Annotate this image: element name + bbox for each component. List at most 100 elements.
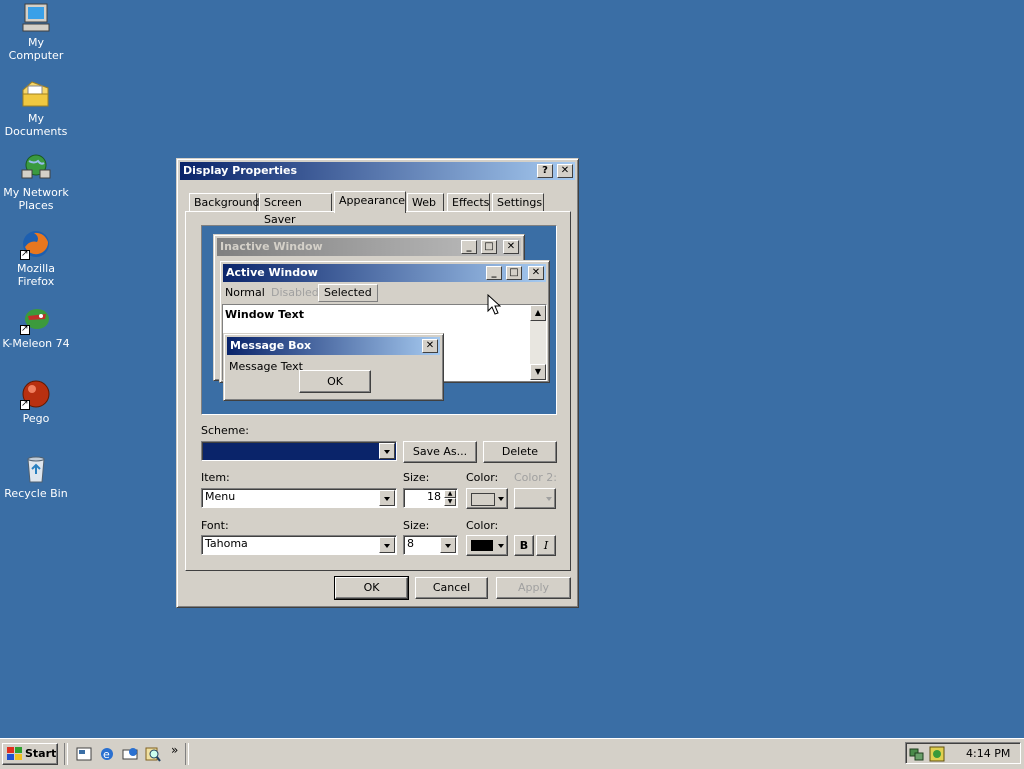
desktop-icon-my-documents[interactable]: My Documents (0, 78, 72, 138)
desktop-icon-my-computer[interactable]: My Computer (0, 2, 72, 62)
tab-appearance[interactable]: Appearance (334, 191, 406, 213)
item-size-label: Size: (403, 471, 430, 484)
shortcut-arrow-icon (20, 248, 30, 261)
tab-screen-saver[interactable]: Screen Saver (259, 193, 332, 226)
preview-msgbox-ok: OK (299, 370, 371, 393)
apply-button[interactable]: Apply (496, 577, 571, 599)
tray-network-icon[interactable] (909, 746, 925, 762)
item-color-button[interactable] (466, 488, 508, 509)
outlook-express-icon[interactable] (122, 746, 138, 762)
item-size-spinner[interactable]: 18 ▲ ▼ (403, 488, 458, 508)
desktop-icon-label: K-Meleon 74 (2, 337, 70, 350)
chevron-down-icon[interactable] (379, 490, 395, 506)
italic-label: I (543, 539, 549, 552)
delete-button[interactable]: Delete (483, 441, 557, 463)
desktop-icon-label: Recycle Bin (4, 487, 68, 500)
desktop-icon-network-places[interactable]: My Network Places (0, 152, 72, 212)
tab-label: Effects (452, 196, 490, 209)
desktop-icon-pego[interactable]: Pego (0, 378, 72, 425)
desktop-icon-firefox[interactable]: Mozilla Firefox (0, 228, 72, 288)
tab-label: Web (412, 196, 436, 209)
font-size-value: 8 (407, 537, 414, 550)
desktop-icon-label: Pego (22, 412, 50, 425)
preview-msgbox-ok-label: OK (327, 375, 343, 388)
font-select[interactable]: Tahoma (201, 535, 397, 555)
network-icon (20, 152, 52, 184)
desktop-icon-label: My Network Places (3, 186, 69, 212)
desktop-icon-kmeleon[interactable]: K-Meleon 74 (0, 303, 72, 350)
chevron-down-icon (546, 497, 552, 501)
preview-msgbox-text: Message Text (229, 360, 303, 373)
scroll-up-icon: ▲ (530, 305, 546, 321)
desktop-icon-recycle-bin[interactable]: Recycle Bin (0, 453, 72, 500)
font-size-select[interactable]: 8 (403, 535, 458, 555)
font-size-label: Size: (403, 519, 430, 532)
preview-scrollbar: ▲ ▼ (530, 305, 546, 380)
preview-active-titlebar: Active Window _ □ ✕ (223, 264, 546, 282)
chevron-down-icon[interactable] (379, 537, 395, 553)
search-icon[interactable] (145, 746, 161, 762)
taskbar-separator (64, 743, 68, 765)
tab-label: Settings (497, 196, 543, 209)
save-as-button[interactable]: Save As... (403, 441, 477, 463)
clock[interactable]: 4:14 PM (966, 747, 1010, 760)
minimize-icon: _ (461, 240, 477, 254)
scheme-label: Scheme: (201, 424, 249, 437)
computer-icon (20, 2, 52, 34)
tab-settings[interactable]: Settings (492, 193, 544, 212)
item-size-value: 18 (427, 490, 441, 503)
scheme-select[interactable] (201, 441, 397, 461)
help-button[interactable]: ? (537, 164, 553, 178)
kmeleon-icon (20, 303, 52, 336)
chevron-down-icon[interactable] (379, 443, 395, 459)
tab-background[interactable]: Background (189, 193, 260, 212)
tray-utility-icon[interactable] (929, 746, 945, 762)
scroll-down-icon: ▼ (530, 364, 546, 380)
close-button[interactable]: ✕ (557, 164, 573, 178)
tab-web[interactable]: Web (407, 193, 444, 212)
taskbar-separator (185, 743, 189, 765)
cancel-button[interactable]: Cancel (415, 577, 488, 599)
item-select[interactable]: Menu (201, 488, 397, 508)
italic-button[interactable]: I (536, 535, 556, 556)
item-label: Item: (201, 471, 230, 484)
delete-label: Delete (501, 445, 539, 458)
preview-menu-disabled: Disabled (271, 286, 319, 299)
desktop-icon-label: My Documents (4, 112, 68, 138)
firefox-icon (20, 228, 52, 261)
close-icon: ✕ (422, 339, 438, 353)
bold-button[interactable]: B (514, 535, 534, 556)
font-color-swatch (471, 540, 493, 551)
ok-button[interactable]: OK (334, 576, 409, 600)
desktop-icon-label: My Computer (8, 36, 64, 62)
preview-inactive-titlebar: Inactive Window _ □ ✕ (217, 238, 521, 256)
quick-launch-chevron-icon[interactable]: » (171, 743, 178, 757)
preview-inactive-title: Inactive Window (220, 240, 323, 253)
item-value: Menu (205, 490, 236, 503)
shortcut-arrow-icon (20, 398, 30, 411)
tab-label: Background (194, 196, 260, 209)
internet-explorer-icon[interactable]: e (99, 746, 115, 762)
bold-label: B (519, 539, 529, 552)
spin-up-icon[interactable]: ▲ (444, 490, 456, 498)
tab-effects[interactable]: Effects (447, 193, 490, 212)
dialog-titlebar[interactable]: Display Properties ? ✕ (180, 162, 575, 180)
font-color-button[interactable] (466, 535, 508, 556)
show-desktop-icon[interactable] (76, 746, 92, 762)
start-button[interactable]: Start (2, 743, 58, 765)
preview-menu-normal: Normal (225, 286, 265, 299)
mouse-cursor-icon (487, 294, 501, 315)
item-color2-button[interactable] (514, 488, 556, 509)
close-icon: ✕ (503, 240, 519, 254)
system-tray: 4:14 PM (905, 742, 1021, 764)
spin-down-icon[interactable]: ▼ (444, 498, 456, 506)
windows-logo-icon (7, 747, 22, 760)
font-label: Font: (201, 519, 229, 532)
chevron-down-icon[interactable] (440, 537, 456, 553)
item-color-label: Color: (466, 471, 499, 484)
appearance-preview[interactable]: Inactive Window _ □ ✕ Active Window _ □ … (201, 225, 557, 415)
preview-window-text: Window Text (225, 308, 305, 321)
close-icon: ✕ (528, 266, 544, 280)
pego-icon (20, 378, 52, 411)
chevron-down-icon (498, 544, 504, 548)
